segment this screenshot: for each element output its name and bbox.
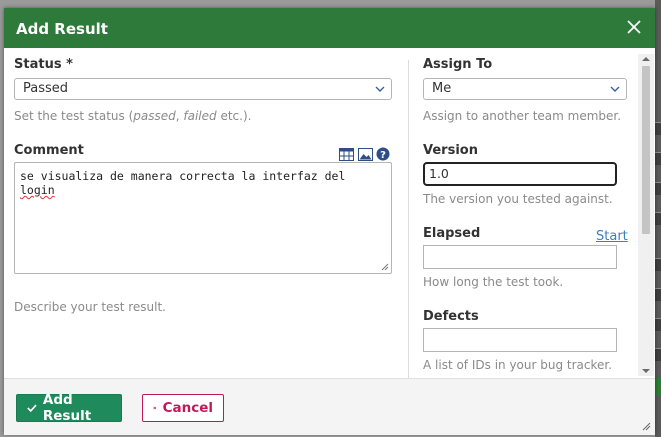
cancel-button[interactable]: Cancel — [142, 394, 224, 422]
status-select[interactable]: Passed — [14, 78, 392, 100]
background-row — [655, 122, 661, 135]
dialog-title: Add Result — [16, 20, 108, 38]
dialog-scrollbar[interactable] — [638, 54, 654, 376]
background-row — [655, 288, 661, 301]
background-row — [655, 348, 661, 361]
scrollbar-thumb[interactable] — [642, 66, 650, 234]
comment-hint: Describe your test result. — [14, 300, 166, 314]
table-icon[interactable] — [339, 148, 354, 161]
image-icon[interactable] — [358, 148, 373, 161]
add-result-button[interactable]: Add Result — [16, 392, 122, 424]
chevron-down-icon — [375, 86, 385, 92]
background-row — [655, 318, 661, 331]
comment-text-misspelled: login — [20, 183, 55, 197]
background-row — [655, 182, 661, 195]
status-hint: Set the test status (passed, failed etc.… — [14, 109, 252, 123]
svg-text:?: ? — [380, 150, 386, 161]
dialog-body: Status * Passed Set the test status (pas… — [4, 48, 655, 378]
background-green-button — [655, 378, 661, 396]
close-x-icon — [153, 406, 157, 410]
dialog-resize-icon[interactable] — [641, 421, 651, 431]
status-select-value: Passed — [23, 81, 69, 96]
assign-to-hint: Assign to another team member. — [423, 109, 622, 123]
defects-label: Defects — [423, 309, 479, 324]
status-label: Status * — [14, 57, 73, 72]
column-divider — [408, 60, 409, 378]
start-timer-link[interactable]: Start — [596, 229, 628, 244]
elapsed-label: Elapsed — [423, 226, 481, 241]
version-label: Version — [423, 143, 478, 158]
comment-text: se visualiza de manera correcta la inter… — [20, 169, 346, 183]
close-icon[interactable] — [623, 16, 645, 38]
assign-to-select-value: Me — [432, 81, 452, 96]
version-input[interactable]: 1.0 — [423, 162, 617, 186]
resize-grip-icon[interactable] — [381, 263, 389, 271]
help-icon[interactable]: ? — [376, 147, 390, 161]
dialog-title-bar: Add Result — [4, 8, 655, 48]
background-row — [655, 258, 661, 271]
add-result-dialog: Add Result Status * Passed Set the test … — [4, 8, 655, 435]
checkmark-icon — [27, 404, 37, 413]
scroll-up-icon[interactable] — [641, 55, 651, 63]
background-row — [655, 152, 661, 165]
chevron-down-icon — [610, 86, 620, 92]
defects-hint: A list of IDs in your bug tracker. — [423, 358, 613, 372]
defects-input[interactable] — [423, 328, 617, 352]
elapsed-hint: How long the test took. — [423, 275, 564, 289]
version-input-value: 1.0 — [429, 166, 449, 181]
background-row — [655, 212, 661, 225]
dialog-footer: Add Result Cancel — [4, 378, 655, 435]
assign-to-select[interactable]: Me — [423, 78, 627, 100]
comment-label: Comment — [14, 143, 84, 158]
version-hint: The version you tested against. — [423, 192, 613, 206]
cancel-button-label: Cancel — [162, 400, 213, 416]
scroll-down-icon[interactable] — [641, 367, 651, 375]
comment-textarea[interactable]: se visualiza de manera correcta la inter… — [14, 162, 392, 274]
elapsed-input[interactable] — [423, 245, 617, 269]
add-result-button-label: Add Result — [42, 392, 92, 424]
assign-to-label: Assign To — [423, 57, 493, 72]
